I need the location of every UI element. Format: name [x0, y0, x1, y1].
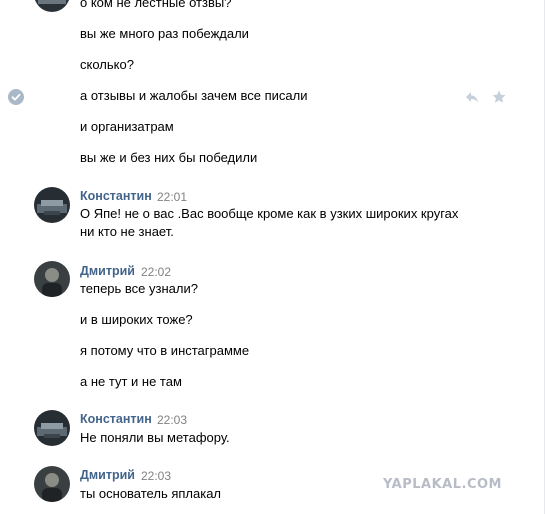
check-circle-icon[interactable] — [8, 89, 24, 105]
message-text: О Япе! не о вас .Вас вообще кроме как в … — [80, 206, 459, 221]
message-text: а не тут и не там — [80, 374, 182, 389]
message-author[interactable]: Дмитрий — [80, 468, 135, 482]
message-text: а отзывы и жалобы зачем все писали — [80, 88, 308, 103]
avatar[interactable] — [34, 466, 70, 502]
message-text: вы же и без них бы победили — [80, 150, 258, 165]
avatar[interactable] — [34, 0, 70, 12]
message-time[interactable]: 22:02 — [141, 265, 171, 279]
message-author[interactable]: Дмитрий — [80, 264, 135, 278]
message-text: о ком не лестные отзвы? — [80, 0, 232, 10]
message-text: сколько? — [80, 57, 134, 72]
message-text: и организатрам — [80, 119, 174, 134]
selected-message-row[interactable]: а отзывы и жалобы зачем все писали — [0, 82, 543, 112]
message-text: вы же много раз побеждали — [80, 26, 249, 41]
avatar[interactable] — [34, 410, 70, 446]
message-text: и в широких тоже? — [80, 312, 193, 327]
message-author[interactable]: Константин — [80, 189, 152, 203]
star-icon[interactable] — [491, 89, 507, 105]
message-time[interactable]: 22:01 — [157, 190, 187, 204]
avatar[interactable] — [34, 261, 70, 297]
avatar[interactable] — [34, 187, 70, 223]
message-time[interactable]: 22:03 — [157, 413, 187, 427]
chat-history: о ком не лестные отзвы? вы же много раз … — [0, 0, 545, 514]
message-time[interactable]: 22:03 — [141, 469, 171, 483]
message-text: ни кто не знает. — [80, 224, 174, 239]
watermark: YAPLAKAL.COM — [383, 477, 502, 492]
message-text: я потому что в инстаграмме — [80, 343, 250, 358]
message-text: Не поняли вы метафору. — [80, 430, 230, 445]
message-author[interactable]: Константин — [80, 412, 152, 426]
message-text: теперь все узнали? — [80, 281, 198, 296]
reply-arrow-icon[interactable] — [464, 89, 480, 105]
